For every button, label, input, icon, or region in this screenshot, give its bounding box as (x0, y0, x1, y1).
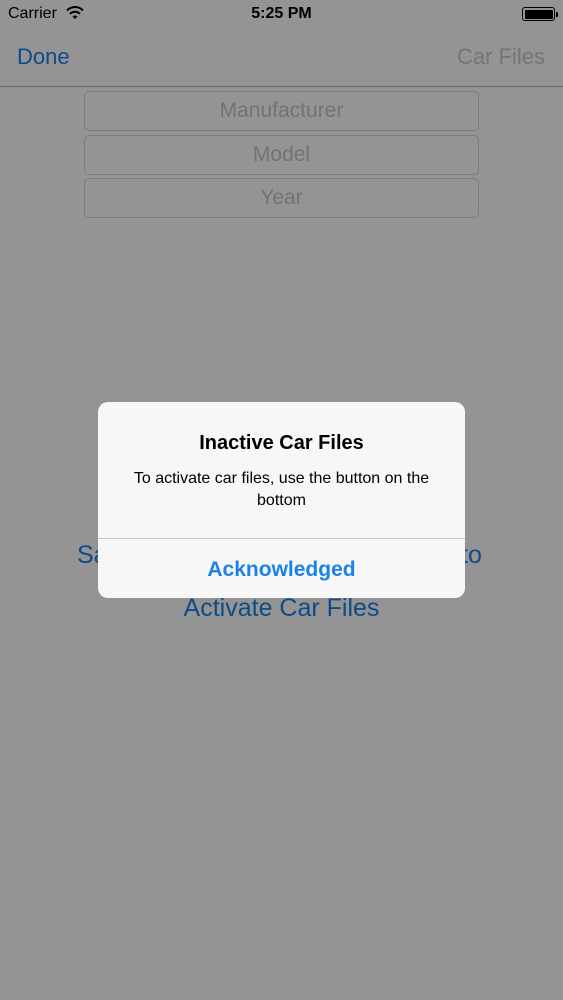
alert-dialog: Inactive Car Files To activate car files… (98, 402, 465, 598)
screen: Carrier 5:25 PM Done Car Files Manufactu… (0, 0, 563, 1000)
acknowledged-button[interactable]: Acknowledged (98, 539, 465, 598)
alert-title: Inactive Car Files (199, 432, 364, 454)
alert-message: To activate car files, use the button on… (133, 470, 430, 509)
